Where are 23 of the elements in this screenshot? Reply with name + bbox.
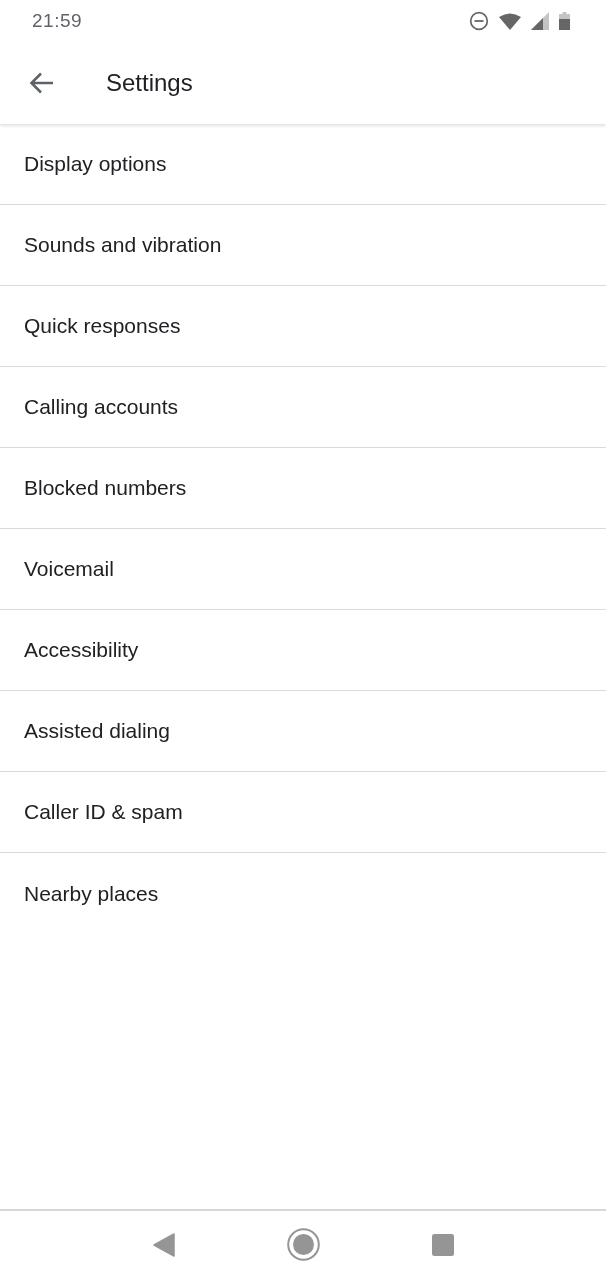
back-arrow-icon <box>29 72 53 94</box>
status-time: 21:59 <box>32 8 83 33</box>
settings-item[interactable]: Sounds and vibration <box>0 205 606 286</box>
settings-item[interactable]: Blocked numbers <box>0 448 606 529</box>
toolbar-title: Settings <box>106 68 193 98</box>
settings-item[interactable]: Quick responses <box>0 286 606 367</box>
home-circle-icon <box>286 1228 320 1261</box>
settings-item[interactable]: Nearby places <box>0 853 606 934</box>
settings-item[interactable]: Caller ID & spam <box>0 772 606 853</box>
square-icon <box>431 1233 454 1256</box>
settings-item[interactable]: Calling accounts <box>0 367 606 448</box>
settings-item[interactable]: Voicemail <box>0 529 606 610</box>
nav-recents-button[interactable] <box>431 1233 454 1256</box>
settings-item[interactable]: Assisted dialing <box>0 691 606 772</box>
do-not-disturb-icon <box>469 11 489 31</box>
settings-item[interactable]: Accessibility <box>0 610 606 691</box>
back-triangle-icon <box>152 1232 175 1257</box>
battery-icon <box>559 12 570 30</box>
nav-back-button[interactable] <box>152 1232 175 1257</box>
wifi-icon <box>499 12 521 30</box>
nav-home-button[interactable] <box>286 1228 320 1261</box>
settings-item[interactable]: Display options <box>0 124 606 205</box>
signal-icon <box>531 12 549 30</box>
